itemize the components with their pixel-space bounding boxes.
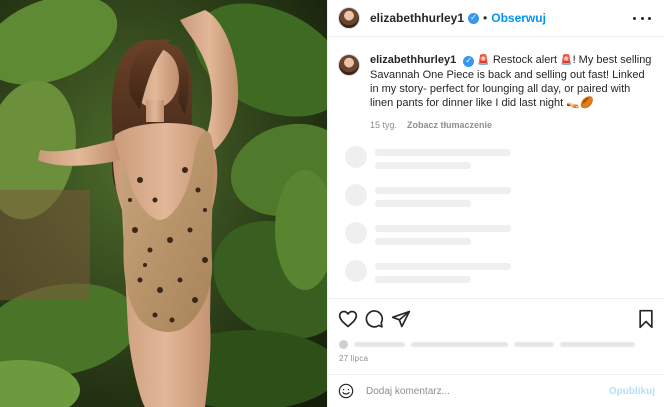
- comments-loading: [345, 146, 645, 298]
- follow-button[interactable]: Obserwuj: [491, 11, 546, 25]
- siren-emoji: 🚨: [560, 55, 573, 66]
- comment-skeleton: [345, 222, 645, 260]
- caption-end-emojis: 👡🏉: [566, 97, 594, 109]
- bookmark-icon[interactable]: [636, 309, 656, 329]
- caption-body: elizabethhurley1 ✓ 🚨 Restock alert 🚨! My…: [370, 53, 654, 130]
- comment-skeleton: [345, 260, 645, 298]
- header-username[interactable]: elizabethhurley1: [370, 11, 464, 25]
- comment-bar: Opublikuj: [328, 374, 664, 407]
- caption-meta: 15 tyg. Zobacz tłumaczenie: [370, 120, 654, 130]
- share-icon[interactable]: [391, 309, 411, 329]
- instagram-post: elizabethhurley1 ✓ • Obserwuj elizabethh…: [0, 0, 664, 407]
- post-header: elizabethhurley1 ✓ • Obserwuj: [328, 0, 664, 37]
- post-caption: elizabethhurley1 ✓ 🚨 Restock alert 🚨! My…: [338, 53, 656, 130]
- divider: [328, 298, 664, 299]
- photo-image: [0, 0, 327, 407]
- comment-input[interactable]: [366, 385, 609, 397]
- caption-text: elizabethhurley1 ✓ 🚨 Restock alert 🚨! My…: [370, 53, 654, 110]
- more-options-icon[interactable]: [633, 12, 651, 24]
- likes-summary-blurred: [339, 339, 635, 349]
- verified-badge-icon: ✓: [468, 12, 480, 24]
- post-actions: [338, 309, 656, 331]
- heart-icon[interactable]: [338, 309, 358, 329]
- avatar[interactable]: [338, 7, 360, 29]
- caption-main-text: Restock alert: [492, 54, 558, 66]
- emoji-icon[interactable]: [338, 383, 354, 399]
- separator: •: [483, 11, 488, 25]
- caption-avatar[interactable]: [338, 54, 360, 76]
- caption-username[interactable]: elizabethhurley1: [370, 54, 456, 66]
- comment-skeleton: [345, 184, 645, 222]
- publish-button[interactable]: Opublikuj: [609, 386, 655, 397]
- comment-icon[interactable]: [364, 309, 384, 329]
- post-side-panel: elizabethhurley1 ✓ • Obserwuj elizabethh…: [327, 0, 664, 407]
- time-ago[interactable]: 15 tyg.: [370, 120, 397, 130]
- post-date[interactable]: 27 lipca: [339, 354, 368, 363]
- translate-link[interactable]: Zobacz tłumaczenie: [407, 120, 492, 130]
- post-photo[interactable]: [0, 0, 327, 407]
- siren-emoji: 🚨: [477, 55, 490, 66]
- comment-skeleton: [345, 146, 645, 184]
- verified-badge-icon: ✓: [463, 55, 475, 67]
